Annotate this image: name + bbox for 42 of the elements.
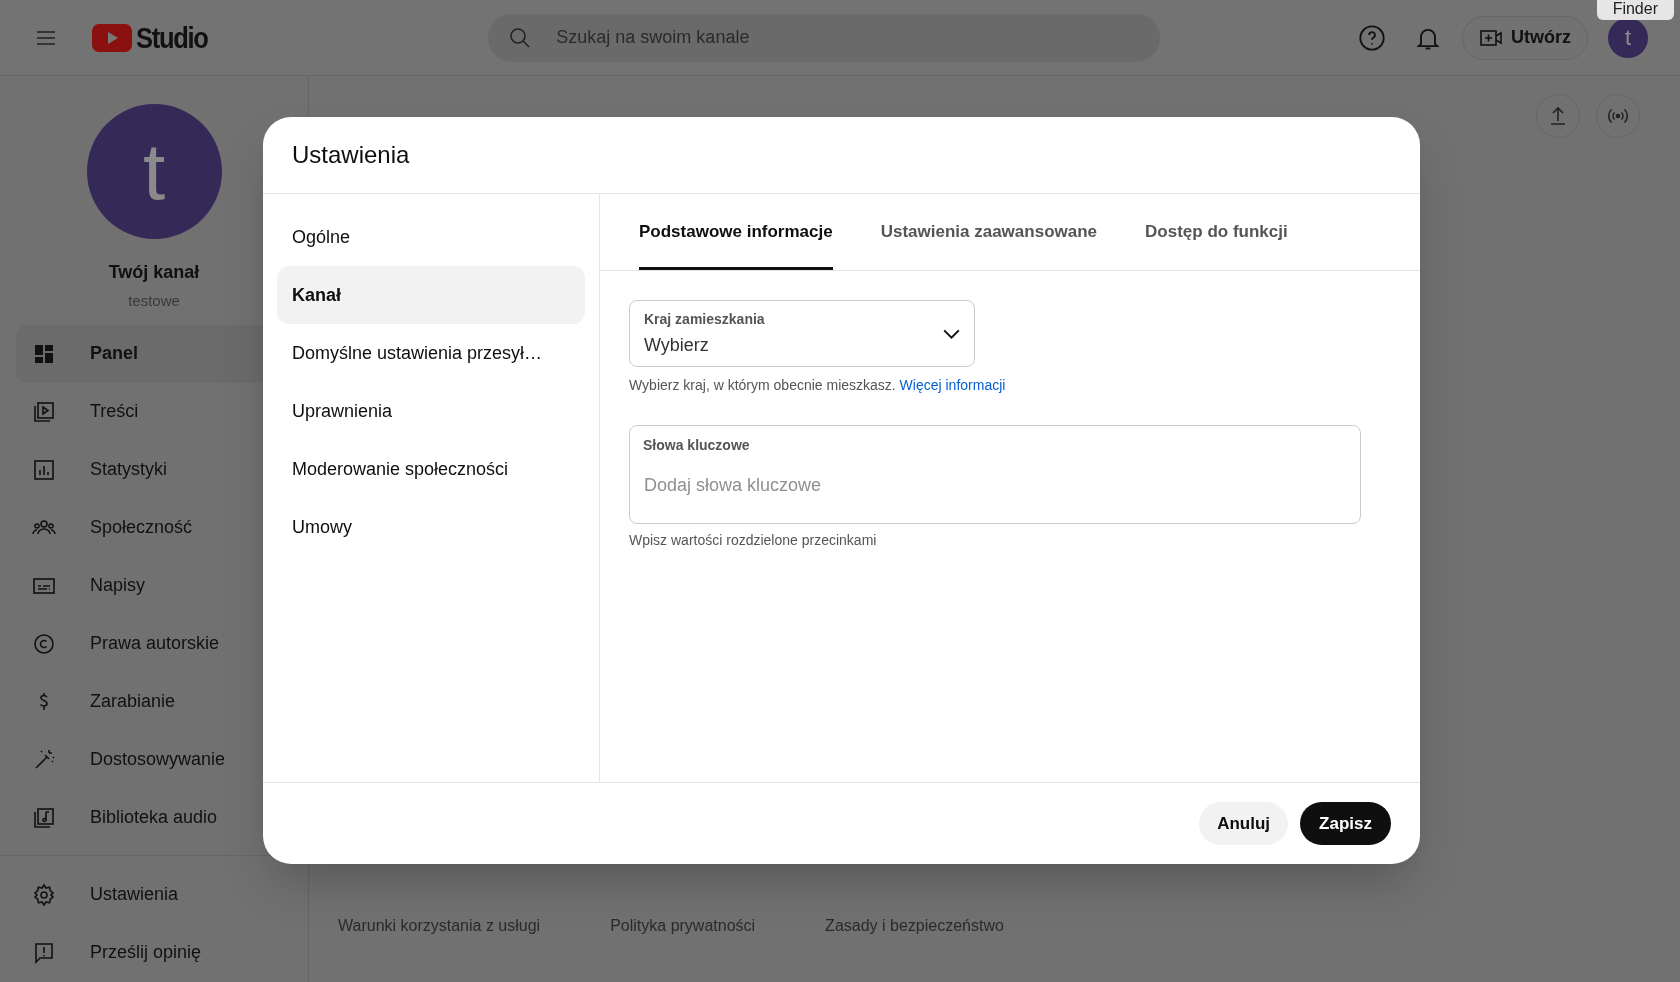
channel-name: Twój kanał — [108, 261, 200, 284]
search-field[interactable]: Szukaj na swoim kanale — [488, 13, 1161, 62]
feedback-icon — [32, 940, 56, 965]
help-text: Wybierz kraj, w którym obecnie mieszkasz. Więcej informacji — [629, 376, 1007, 395]
sidebar-item[interactable]: Prześlij opinię — [16, 923, 308, 982]
dialog-title: Ustawienia — [292, 140, 410, 170]
video-stack-icon — [32, 399, 56, 424]
tab[interactable]: Podstawowe informacje — [639, 194, 833, 270]
play-logo-icon — [92, 23, 132, 52]
copyright-icon — [32, 631, 56, 656]
chevron-down-icon — [943, 328, 960, 339]
sidebar-item[interactable]: Zarabianie — [16, 672, 368, 731]
help-text: Wpisz wartości rozdzielone przecinkami — [629, 531, 878, 550]
footer-link[interactable]: Warunki korzystania z usługi — [338, 914, 541, 938]
settings-nav-item[interactable]: Moderowanie społeczności — [277, 440, 585, 498]
settings-icon — [32, 882, 56, 907]
sidebar-item[interactable]: Napisy — [16, 556, 368, 615]
tooltip: Finder — [1596, 0, 1674, 20]
footer-link[interactable]: Zasady i bezpieczeństwo — [825, 914, 1004, 938]
settings-nav-item[interactable]: Uprawnienia — [277, 382, 585, 440]
sidebar-item[interactable]: Ustawienia — [16, 865, 308, 924]
create-button[interactable]: Utwórz — [1462, 15, 1588, 60]
logo-text: Studio — [136, 20, 208, 56]
country-dropdown[interactable]: Kraj zamieszkania Wybierz — [629, 300, 975, 367]
settings-nav-item[interactable]: Kanał — [277, 266, 585, 324]
settings-nav-item[interactable]: Ogólne — [277, 208, 585, 266]
sidebar-item[interactable]: Biblioteka audio — [16, 788, 368, 847]
avatar[interactable]: t — [1608, 17, 1648, 58]
save-button[interactable]: Zapisz — [1300, 802, 1391, 845]
sidebar-item[interactable]: Dostosowywanie — [16, 730, 368, 789]
field-label: Słowa kluczowe — [643, 436, 750, 455]
help-icon[interactable] — [1358, 23, 1386, 52]
channel-avatar[interactable]: t — [86, 104, 222, 239]
sidebar-item[interactable]: Prawa autorskie — [16, 614, 368, 673]
footer-link[interactable]: Polityka prywatności — [610, 914, 756, 938]
more-info-link[interactable]: Więcej informacji — [899, 377, 1006, 393]
settings-nav-item[interactable]: Umowy — [277, 498, 585, 556]
bar-chart-icon — [32, 457, 56, 482]
tab[interactable]: Dostęp do funkcji — [1145, 194, 1288, 270]
tab[interactable]: Ustawienia zaawansowane — [880, 194, 1098, 270]
music-library-icon — [32, 805, 56, 830]
cancel-button[interactable]: Anuluj — [1199, 802, 1289, 845]
